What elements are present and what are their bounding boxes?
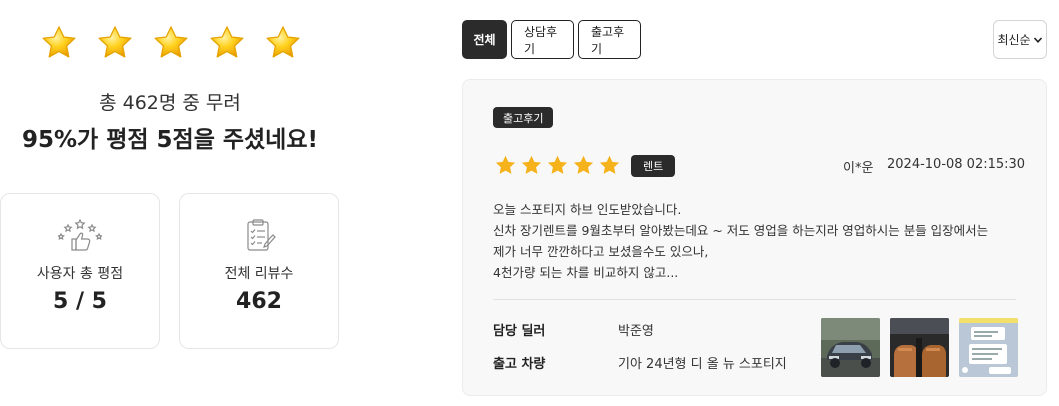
clipboard-checklist-icon (247, 219, 276, 251)
star-icon (521, 155, 542, 174)
vehicle-value: 기아 24년형 디 올 뉴 스포티지 (618, 357, 787, 372)
photo-thumbnail-document[interactable] (959, 318, 1018, 377)
dealer-label: 담당 딜러 (493, 324, 546, 339)
star-icon (266, 26, 300, 58)
overall-rating-stars (40, 24, 302, 62)
tab-delivery-reviews[interactable]: 출고후기 (578, 20, 641, 59)
total-reviews-value: 462 (236, 289, 282, 314)
chevron-down-icon (1033, 36, 1042, 43)
star-icon (573, 155, 594, 174)
sort-dropdown-label: 최신순 (997, 33, 1031, 47)
tab-consult-reviews[interactable]: 상담후기 (511, 20, 574, 59)
review-card[interactable]: 출고후기 렌트 이*운 2024-10-08 02:15:30 오늘 스포티지 … (462, 79, 1047, 396)
review-category-badge: 렌트 (631, 155, 676, 177)
review-date: 2024-10-08 02:15:30 (887, 157, 1026, 172)
review-body-line: 신차 장기렌트를 9월초부터 알아봤는데요 ~ 저도 영업을 하는지라 영업하시… (493, 223, 989, 238)
review-photos (821, 318, 1018, 377)
vehicle-label: 출고 차량 (493, 357, 546, 372)
user-rating-value: 5 / 5 (53, 289, 107, 314)
total-reviews-card: 전체 리뷰수 462 (179, 193, 339, 349)
review-rating-stars (494, 154, 621, 177)
review-body-line: 오늘 스포티지 하브 인도받았습니다. (493, 202, 682, 217)
star-icon (599, 155, 620, 174)
summary-headline: 95%가 평점 5점을 주셨네요! (21, 127, 318, 153)
review-type-badge: 출고후기 (493, 107, 554, 128)
star-icon (210, 26, 244, 58)
thumbs-up-stars-icon (58, 218, 102, 251)
star-icon (98, 26, 132, 58)
star-icon (42, 26, 76, 58)
star-icon (547, 155, 568, 174)
tab-all[interactable]: 전체 (462, 20, 507, 59)
review-filter-tabs: 전체 상담후기 출고후기 (462, 20, 641, 59)
dealer-value: 박준영 (618, 324, 654, 339)
reviewer-name: 이*운 (843, 161, 874, 176)
total-reviews-label: 전체 리뷰수 (224, 266, 294, 282)
summary-count-text: 총 462명 중 무려 (99, 92, 241, 114)
review-body-line: 4천가량 되는 차를 비교하지 않고... (493, 265, 679, 280)
photo-thumbnail-car-interior[interactable] (890, 318, 949, 377)
star-icon (495, 155, 516, 174)
review-body: 오늘 스포티지 하브 인도받았습니다. 신차 장기렌트를 9월초부터 알아봤는데… (493, 199, 1023, 283)
photo-thumbnail-car-exterior[interactable] (821, 318, 880, 377)
user-rating-card: 사용자 총 평점 5 / 5 (0, 193, 160, 349)
review-body-line: 제가 너무 깐깐하다고 보셨을수도 있으나, (493, 244, 709, 259)
sort-dropdown[interactable]: 최신순 (993, 20, 1047, 59)
user-rating-label: 사용자 총 평점 (36, 266, 124, 282)
divider (493, 299, 1016, 300)
star-icon (154, 26, 188, 58)
